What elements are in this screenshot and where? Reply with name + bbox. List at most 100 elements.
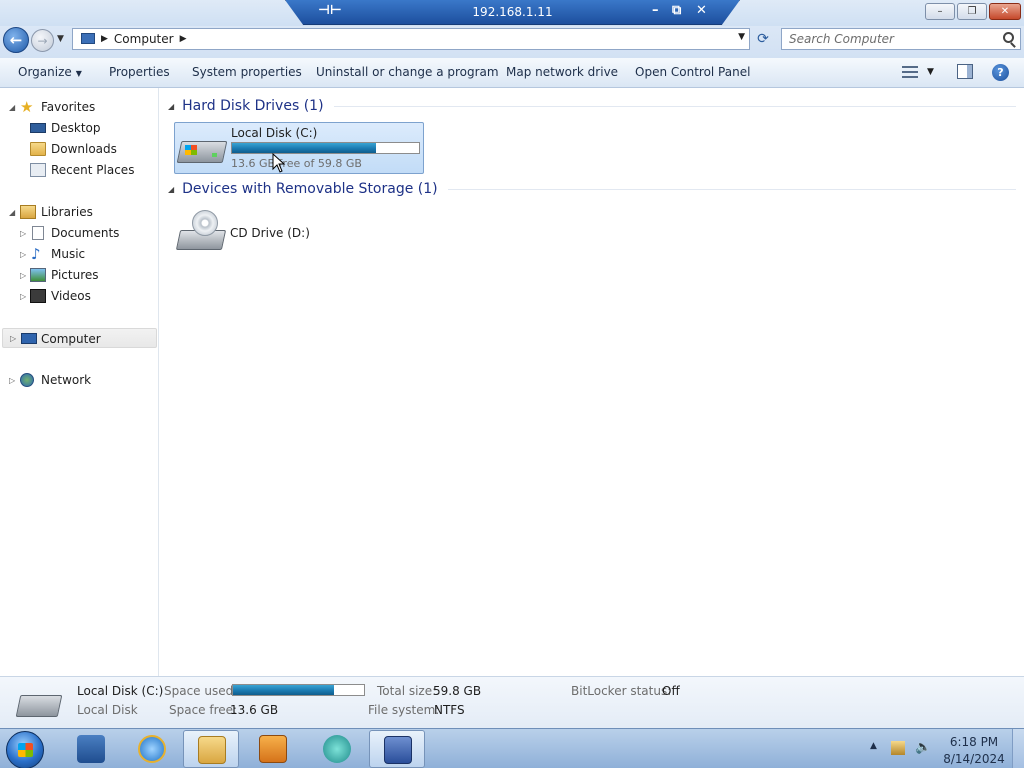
drive-c-tile[interactable]: Local Disk (C:) 13.6 GB free of 59.8 GB (174, 122, 424, 174)
pictures-icon (30, 268, 46, 282)
breadcrumb-chevron-icon[interactable]: ▶ (101, 34, 108, 44)
taskbar-windows-explorer[interactable] (183, 730, 239, 768)
address-row: ← → ▼ ▶ Computer ▶ ▼ ⟳ (0, 26, 1024, 58)
collapse-arrow-icon[interactable]: ◢ (168, 185, 174, 194)
expand-arrow-icon[interactable]: ◢ (9, 103, 15, 112)
libraries-icon (20, 205, 36, 219)
preview-pane-icon[interactable] (957, 64, 973, 79)
nav-label: Computer (41, 332, 101, 346)
internet-explorer-icon (138, 735, 166, 763)
nav-desktop[interactable]: Desktop (0, 118, 157, 138)
taskbar-app[interactable] (309, 730, 365, 768)
collapse-arrow-icon[interactable]: ▷ (20, 292, 26, 301)
organize-menu[interactable]: Organize ▼ (18, 65, 82, 79)
total-size-value: 59.8 GB (433, 684, 482, 698)
rdp-minimize-button[interactable]: – (652, 3, 659, 18)
clock[interactable]: 6:18 PM 8/14/2024 (938, 734, 1010, 768)
search-icon[interactable] (1003, 32, 1014, 43)
nav-network[interactable]: ▷ Network (0, 370, 157, 390)
taskbar-media-player[interactable] (245, 730, 301, 768)
file-system-label: File system: (368, 703, 440, 717)
show-desktop-button[interactable] (1012, 729, 1024, 768)
collapse-arrow-icon[interactable]: ▷ (20, 271, 26, 280)
nav-label: Desktop (51, 121, 101, 135)
change-view-icon[interactable] (902, 65, 918, 79)
collapse-arrow-icon[interactable]: ◢ (168, 102, 174, 111)
space-free-value: 13.6 GB (230, 703, 279, 717)
content-pane: ◢ Hard Disk Drives (1) Local Disk (C:) 1… (160, 88, 1024, 676)
search-input[interactable] (782, 29, 992, 49)
nav-label: Network (41, 373, 92, 387)
group-header-hard-disks[interactable]: ◢ Hard Disk Drives (1) (168, 96, 1016, 116)
breadcrumb-computer[interactable]: Computer (114, 32, 174, 46)
divider (333, 105, 1016, 107)
open-control-panel-button[interactable]: Open Control Panel (635, 65, 750, 79)
close-button[interactable]: ✕ (989, 3, 1021, 20)
nav-label: Downloads (51, 142, 117, 156)
group-title: Devices with Removable Storage (1) (182, 181, 438, 197)
network-computer-icon (77, 735, 105, 763)
space-used-fill (233, 685, 334, 695)
group-header-removable[interactable]: ◢ Devices with Removable Storage (1) (168, 179, 1016, 199)
nav-computer[interactable]: ▷ Computer (2, 328, 157, 348)
nav-label: Recent Places (51, 163, 135, 177)
group-title: Hard Disk Drives (1) (182, 98, 324, 114)
taskbar-check-app[interactable] (369, 730, 425, 768)
hard-disk-icon (176, 133, 228, 167)
search-box[interactable] (781, 28, 1021, 50)
nav-downloads[interactable]: Downloads (0, 139, 157, 159)
taskbar-network-app[interactable] (63, 730, 119, 768)
file-system-value: NTFS (434, 703, 465, 717)
nav-recent-places[interactable]: Recent Places (0, 160, 157, 180)
collapse-arrow-icon[interactable]: ▷ (20, 229, 26, 238)
action-center-icon[interactable] (891, 741, 905, 755)
clock-date: 8/14/2024 (943, 752, 1005, 766)
space-free-label: Space free: (169, 703, 238, 717)
show-hidden-icons-icon[interactable]: ▲ (870, 741, 877, 751)
nav-videos[interactable]: ▷ Videos (0, 286, 157, 306)
total-size-label: Total size: (377, 684, 437, 698)
nav-pictures[interactable]: ▷ Pictures (0, 265, 157, 285)
volume-icon[interactable]: 🔈 (915, 741, 931, 755)
map-network-drive-button[interactable]: Map network drive (506, 65, 618, 79)
system-properties-button[interactable]: System properties (192, 65, 302, 79)
nav-music[interactable]: ▷ ♪ Music (0, 244, 157, 264)
collapse-arrow-icon[interactable]: ▷ (9, 376, 15, 385)
collapse-arrow-icon[interactable]: ▷ (10, 334, 16, 343)
minimize-button[interactable]: – (925, 3, 955, 20)
hard-disk-icon (15, 691, 64, 719)
recent-pages-dropdown-icon[interactable]: ▼ (57, 34, 64, 44)
nav-favorites[interactable]: ◢ ★ Favorites (0, 97, 157, 117)
drive-d-tile[interactable]: CD Drive (D:) (174, 206, 424, 258)
nav-libraries[interactable]: ◢ Libraries (0, 202, 157, 222)
expand-arrow-icon[interactable]: ◢ (9, 208, 15, 217)
forward-button[interactable]: → (31, 29, 54, 52)
nav-label: Documents (51, 226, 120, 240)
drive-usage-fill (232, 143, 376, 153)
organize-label: Organize (18, 65, 72, 79)
rdp-close-button[interactable]: ✕ (696, 3, 707, 18)
address-dropdown-icon[interactable]: ▼ (738, 32, 745, 42)
bitlocker-label: BitLocker status: (571, 684, 672, 698)
rdp-restore-button[interactable]: ⧉ (672, 3, 681, 18)
checkmark-app-icon (384, 736, 412, 764)
back-button[interactable]: ← (3, 27, 29, 53)
maximize-button[interactable]: ❐ (957, 3, 987, 20)
bitlocker-value: Off (662, 684, 680, 698)
address-bar[interactable]: ▶ Computer ▶ ▼ (72, 28, 750, 50)
help-icon[interactable]: ? (992, 64, 1009, 81)
view-options-dropdown-icon[interactable]: ▼ (927, 67, 934, 77)
uninstall-program-button[interactable]: Uninstall or change a program (316, 65, 499, 79)
breadcrumb-chevron-icon[interactable]: ▶ (180, 34, 187, 44)
refresh-button[interactable]: ⟳ (752, 29, 774, 49)
taskbar-internet-explorer[interactable] (124, 730, 180, 768)
properties-button[interactable]: Properties (109, 65, 170, 79)
remote-desktop-bar: ⊣⊢ 192.168.1.11 – ⧉ ✕ (285, 0, 740, 25)
collapse-arrow-icon[interactable]: ▷ (20, 250, 26, 259)
nav-documents[interactable]: ▷ Documents (0, 223, 157, 243)
drive-free-space: 13.6 GB free of 59.8 GB (231, 157, 362, 170)
drive-name: CD Drive (D:) (230, 226, 310, 240)
start-button[interactable] (6, 731, 44, 768)
details-type: Local Disk (77, 703, 138, 717)
videos-icon (30, 289, 46, 303)
